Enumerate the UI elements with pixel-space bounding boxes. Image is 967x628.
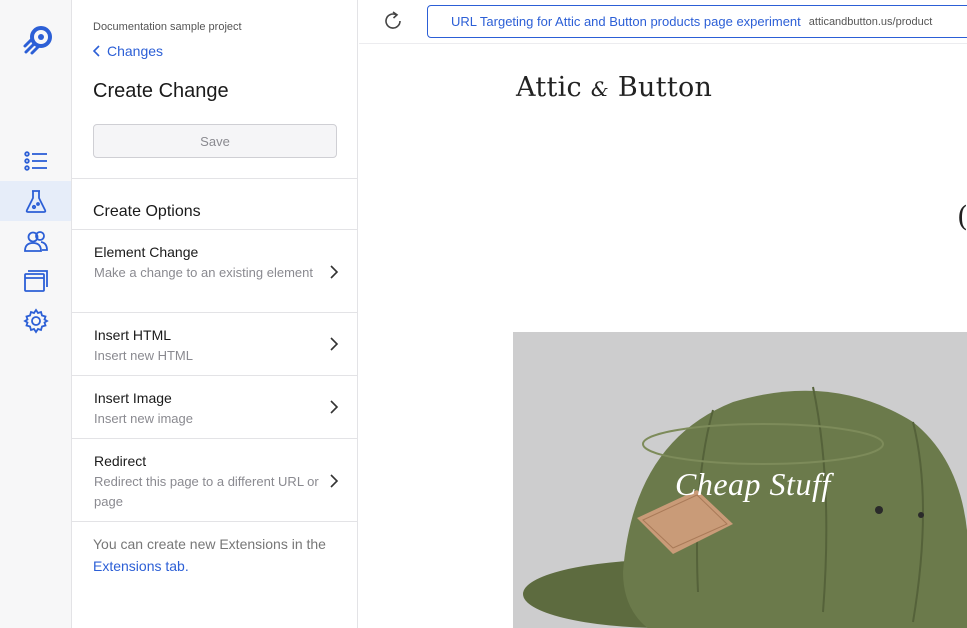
list-icon	[23, 151, 47, 171]
project-name: Documentation sample project	[93, 21, 242, 33]
option-description: Insert new HTML	[94, 348, 193, 363]
experiment-name: URL Targeting for Attic and Button produ…	[451, 14, 801, 29]
brand-word-attic: Attic	[516, 72, 582, 103]
flask-icon	[25, 190, 46, 213]
reload-icon[interactable]	[381, 9, 405, 33]
extensions-tab-link[interactable]: Extensions tab.	[93, 558, 189, 574]
chevron-right-icon	[330, 400, 339, 414]
preview-toolbar: URL Targeting for Attic and Button produ…	[359, 0, 967, 44]
hero-caption: Cheap Stuff	[675, 466, 831, 502]
page-title: Create Change	[93, 80, 229, 102]
nav-audiences[interactable]	[0, 221, 71, 261]
nav-experiments[interactable]	[0, 181, 71, 221]
extensions-hint: You can create new Extensions in the Ext…	[93, 533, 343, 577]
divider	[72, 521, 357, 522]
chevron-right-icon	[330, 265, 339, 279]
option-title: Insert Image	[94, 390, 172, 406]
experiment-url-bar[interactable]: URL Targeting for Attic and Button produ…	[427, 5, 967, 38]
chevron-right-icon	[330, 337, 339, 351]
clipped-heading-glyph: (	[957, 200, 967, 233]
site-logo: Attic & Button	[516, 72, 712, 103]
preview-url: atticandbutton.us/product	[808, 15, 933, 28]
create-change-panel: Documentation sample project Changes Cre…	[72, 0, 358, 628]
option-title: Insert HTML	[94, 327, 172, 343]
gear-icon	[22, 308, 49, 334]
option-insert-image[interactable]: Insert Image Insert new image	[72, 375, 357, 439]
divider	[72, 178, 357, 179]
chevron-right-icon	[330, 474, 339, 488]
rocket-logo-icon[interactable]	[22, 24, 54, 56]
windows-icon	[23, 270, 48, 292]
back-to-changes-link[interactable]: Changes	[93, 43, 163, 59]
option-title: Redirect	[94, 453, 147, 469]
save-button[interactable]: Save	[93, 124, 337, 158]
option-redirect[interactable]: Redirect Redirect this page to a differe…	[72, 438, 357, 522]
page-preview: URL Targeting for Attic and Button produ…	[359, 0, 967, 628]
users-icon	[23, 231, 48, 252]
option-description: Redirect this page to a different URL or…	[94, 474, 319, 509]
option-insert-html[interactable]: Insert HTML Insert new HTML	[72, 312, 357, 376]
icon-rail	[0, 0, 72, 628]
nav-list[interactable]	[0, 141, 71, 181]
brand-ampersand: &	[590, 77, 609, 101]
option-description: Insert new image	[94, 411, 193, 426]
brand-word-button: Button	[617, 72, 713, 103]
nav-pages[interactable]	[0, 261, 71, 301]
chevron-left-icon	[93, 45, 100, 57]
create-options-heading: Create Options	[93, 203, 201, 220]
back-link-label: Changes	[107, 43, 164, 59]
option-title: Element Change	[94, 244, 199, 260]
option-description: Make a change to an existing element	[94, 265, 313, 280]
nav-settings[interactable]	[0, 301, 71, 341]
hint-text: You can create new Extensions in the	[93, 536, 326, 552]
option-element-change[interactable]: Element Change Make a change to an exist…	[72, 229, 357, 313]
hero-image: Cheap Stuff	[513, 332, 967, 628]
